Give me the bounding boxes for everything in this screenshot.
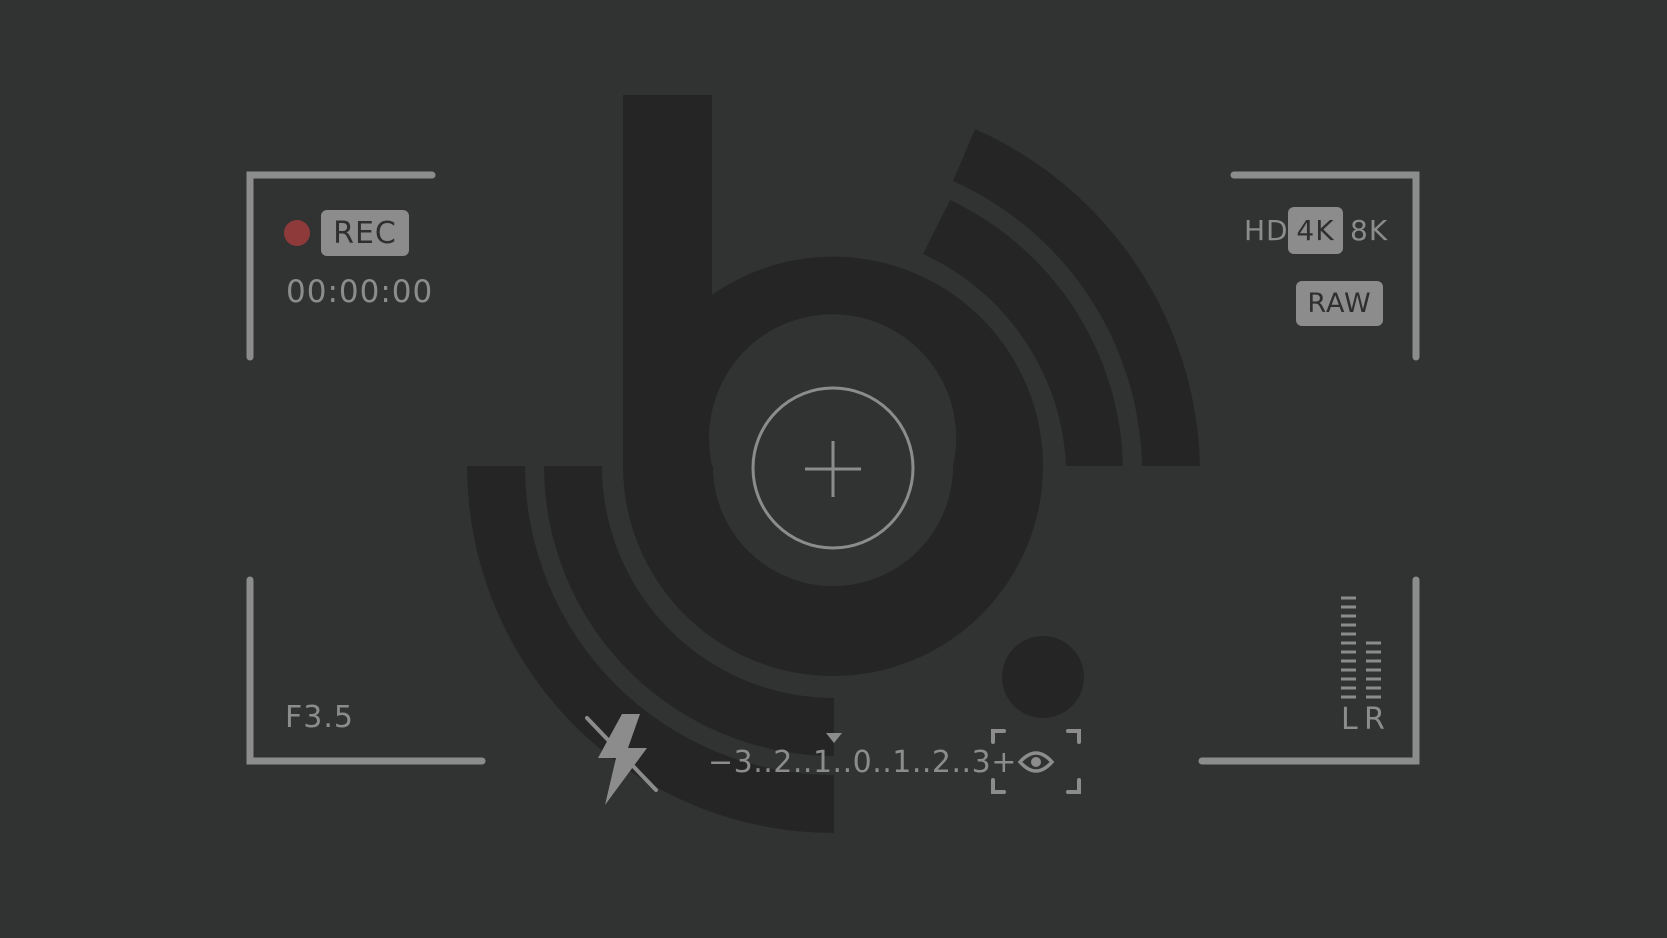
record-indicator-icon (284, 220, 310, 246)
logo-dot (1002, 636, 1084, 718)
audio-right-label: R (1364, 702, 1386, 737)
aperture-value[interactable]: F3.5 (285, 700, 354, 735)
timecode: 00:00:00 (286, 274, 434, 310)
viewfinder-graphics (246, 95, 1420, 833)
raw-format-badge[interactable]: RAW (1296, 281, 1383, 326)
exposure-scale-values: 3..2..1..0..1..2..3 (733, 745, 992, 780)
frame-corner-top-left (246, 171, 436, 361)
exposure-scale[interactable]: −3..2..1..0..1..2..3+ (708, 745, 1017, 780)
resolution-option-hd[interactable]: HD (1244, 214, 1289, 247)
camera-viewfinder: REC 00:00:00 HD 4K 8K RAW F3.5 −3..2..1.… (0, 0, 1667, 938)
rec-badge[interactable]: REC (321, 210, 409, 256)
audio-meter-left (1341, 596, 1356, 699)
exposure-plus: + (991, 745, 1017, 780)
resolution-option-8k[interactable]: 8K (1350, 214, 1388, 247)
resolution-option-4k[interactable]: 4K (1288, 207, 1343, 254)
audio-meter-right (1366, 641, 1381, 699)
audio-level-meter (1341, 596, 1381, 699)
audio-left-label: L (1341, 702, 1359, 737)
exposure-minus: − (708, 745, 734, 780)
frame-corner-top-right (1230, 171, 1420, 361)
